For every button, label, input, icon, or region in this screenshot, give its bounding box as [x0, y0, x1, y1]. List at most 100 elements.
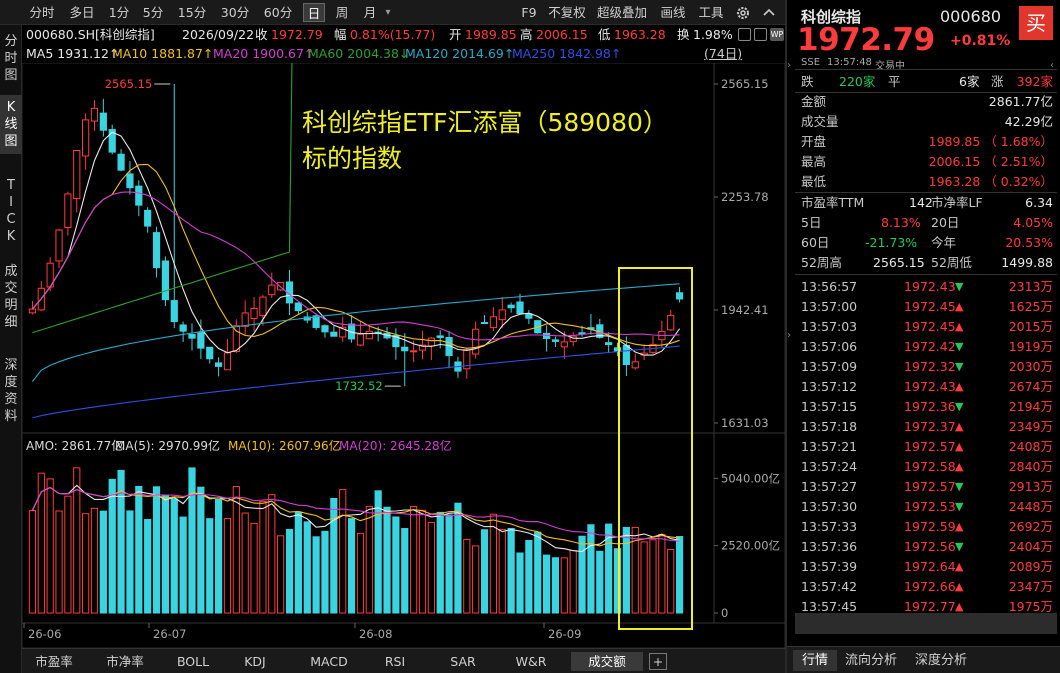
- high-value: 2006.15 （ 2.51%）: [928, 154, 1053, 169]
- candle-body: [55, 229, 63, 262]
- tick-volume: 2313万: [1008, 279, 1053, 294]
- arrow-down-icon: ▼: [955, 280, 964, 293]
- f9-button[interactable]: F9: [518, 3, 540, 22]
- volume-bar: [560, 557, 568, 614]
- candle-body: [498, 309, 506, 321]
- super-overlay-button[interactable]: 超级叠加: [594, 3, 650, 22]
- tick-row: 13:57:09 1972.32 ▼ 2030万: [801, 357, 1053, 377]
- volume-bar: [214, 498, 223, 614]
- candle-body: [206, 346, 214, 360]
- tab-macd[interactable]: MACD: [307, 652, 351, 671]
- indicator-tabs: 市盈率 市净率 BOLL KDJ MACD RSI SAR W&R 成交额 +: [22, 648, 785, 673]
- tick-volume: 1919万: [1008, 339, 1053, 354]
- lock-icon[interactable]: [738, 28, 751, 41]
- volume-bar: [507, 527, 515, 614]
- volume-bar: [463, 538, 471, 614]
- volume-bar: [303, 521, 311, 614]
- tick-time: 13:57:06: [801, 339, 858, 354]
- candle-body: [365, 330, 373, 340]
- tab-rsi[interactable]: RSI: [380, 652, 410, 671]
- add-indicator-button[interactable]: +: [649, 653, 667, 670]
- tab-timeshare-chart[interactable]: 分 时 图: [0, 33, 22, 84]
- day-count[interactable]: (74日): [704, 45, 742, 63]
- panel-expand-arrow[interactable]: ‹: [1050, 60, 1058, 80]
- pe-label: 市盈率TTM: [801, 195, 865, 210]
- tab-trade-detail[interactable]: 成 交 明 细: [0, 263, 22, 331]
- tab-flow-analysis[interactable]: 流向分析: [845, 650, 897, 671]
- tick-volume: 2913万: [1008, 479, 1053, 494]
- volume-bar: [596, 550, 604, 614]
- tab-monthly[interactable]: 月: [358, 3, 382, 22]
- tab-depth-analysis[interactable]: 深度分析: [915, 650, 967, 671]
- candle-body: [605, 342, 613, 346]
- tab-sar[interactable]: SAR: [448, 652, 478, 671]
- tab-60min[interactable]: 60分: [258, 3, 298, 22]
- tab-kdj[interactable]: KDJ: [240, 652, 270, 671]
- up-count: 392家: [1016, 74, 1053, 89]
- ma250-label: MA250 1842.98↑: [512, 46, 622, 61]
- candle-body: [73, 149, 81, 200]
- tab-turnover-amount[interactable]: 成交额: [571, 652, 643, 671]
- volume-bar: [534, 531, 542, 614]
- copy-icon[interactable]: [754, 28, 767, 41]
- arrow-down-icon: ▼: [955, 360, 964, 373]
- panel-collapse-arrow[interactable]: ›: [787, 60, 795, 80]
- arrow-down-icon: ▼: [955, 340, 964, 353]
- volume-bar: [108, 478, 116, 614]
- tab-tick[interactable]: T I C K: [0, 177, 22, 245]
- gear-icon[interactable]: [734, 3, 752, 22]
- volume-bar: [294, 511, 302, 614]
- chevron-up-icon[interactable]: [760, 3, 778, 22]
- left-view-tabs: 分 时 图 K 线 图 T I C K 成 交 明 细 深 度 资 料: [0, 25, 22, 673]
- candle-body: [268, 284, 276, 296]
- wp-icon[interactable]: WP: [770, 28, 784, 41]
- candle-body: [250, 308, 258, 319]
- panel-collapse-arrow-2[interactable]: ›: [787, 330, 795, 350]
- volume-bar: [339, 489, 347, 614]
- tab-5min[interactable]: 5分: [137, 3, 169, 22]
- tick-list[interactable]: 13:56:57 1972.43 ▼ 2313万 13:57:00 1972.45 ▲ 162…: [787, 274, 1060, 636]
- tab-daily[interactable]: 日: [303, 3, 325, 22]
- pb-label: 市净率LF: [931, 195, 983, 210]
- volume-bar: [250, 522, 258, 614]
- tick-price: 1972.57: [904, 439, 956, 454]
- candle-body: [427, 337, 435, 347]
- tab-30min[interactable]: 30分: [215, 3, 255, 22]
- tab-intraday[interactable]: 分时: [22, 3, 62, 22]
- tab-kline-chart[interactable]: K 线 图: [0, 95, 22, 154]
- tick-price: 1972.43: [904, 379, 956, 394]
- volume-bar: [179, 516, 187, 614]
- tab-deep-info[interactable]: 深 度 资 料: [0, 357, 22, 425]
- candle-body: [144, 209, 152, 227]
- tab-wr[interactable]: W&R: [512, 652, 550, 671]
- tools-button[interactable]: 工具: [696, 3, 726, 22]
- open-value: 1989.85 （ 1.68%）: [928, 134, 1053, 149]
- no-adjust-button[interactable]: 不复权: [545, 3, 589, 22]
- quote-row-amount: 金额 2861.77亿: [801, 92, 1053, 112]
- volume-bar: [480, 529, 489, 614]
- tab-1min[interactable]: 1分: [103, 3, 135, 22]
- tab-weekly[interactable]: 周: [330, 3, 354, 22]
- candle-body: [28, 308, 37, 314]
- candle-body: [99, 112, 107, 131]
- tick-time: 13:57:15: [801, 399, 858, 414]
- tab-multi-day[interactable]: 多日: [64, 3, 100, 22]
- tab-market[interactable]: 行情: [793, 650, 837, 671]
- volume-bar: [197, 486, 205, 614]
- arrow-up-icon: ▲: [955, 320, 964, 333]
- draw-line-button[interactable]: 画线: [658, 3, 688, 22]
- arrow-up-icon: ▲: [955, 520, 964, 533]
- tab-pb[interactable]: 市净率: [101, 652, 149, 671]
- close-label: 收: [255, 27, 268, 42]
- turnover-value: 1.98%: [693, 27, 733, 42]
- ma-legend-bar: MA5 1931.12↑ MA10 1881.87↑ MA20 1900.67↑…: [22, 45, 785, 63]
- ma60-label: MA60 2004.38↓: [308, 46, 410, 61]
- tab-boll[interactable]: BOLL: [173, 652, 213, 671]
- volume-axis-label: 2520.00亿: [721, 539, 780, 553]
- volume-bar: [28, 509, 37, 614]
- high-marker-label: 2565.15: [105, 77, 153, 91]
- chevron-down-icon[interactable]: ▾: [382, 3, 394, 22]
- tab-15min[interactable]: 15分: [172, 3, 212, 22]
- buy-button[interactable]: 买: [1019, 6, 1053, 40]
- tab-pe[interactable]: 市盈率: [28, 652, 80, 671]
